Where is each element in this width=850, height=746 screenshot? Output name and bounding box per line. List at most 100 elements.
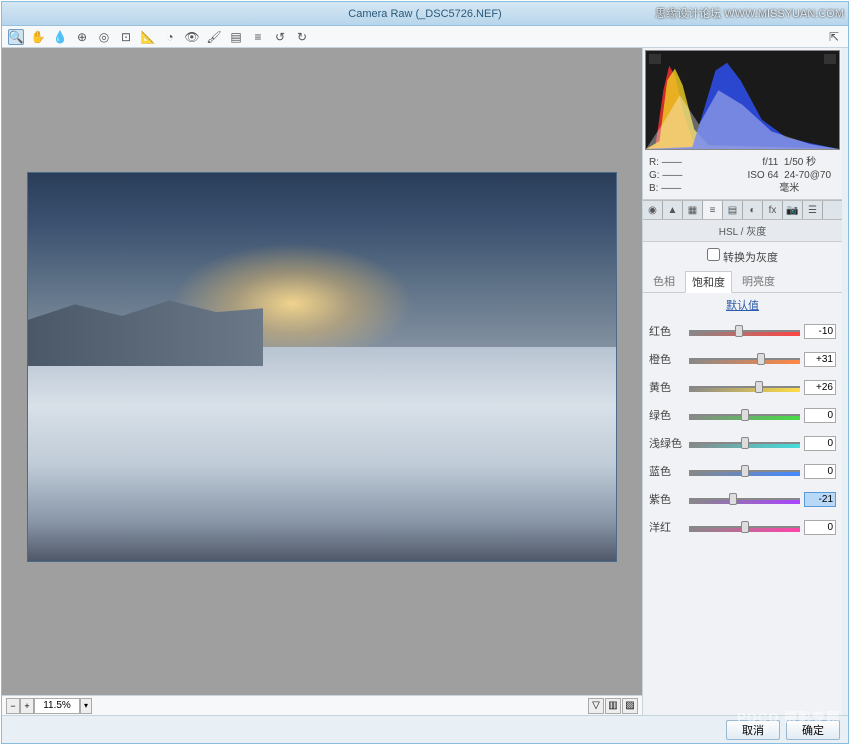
slider-green-thumb[interactable]: [741, 409, 749, 421]
zoom-controls: − + 11.5% ▾: [6, 698, 92, 714]
slider-red-thumb[interactable]: [735, 325, 743, 337]
white-balance-icon[interactable]: 💧: [52, 29, 68, 45]
slider-orange-track[interactable]: [689, 355, 800, 363]
slider-aqua: 浅绿色 0: [643, 429, 842, 457]
footer: 取消 确定: [2, 715, 848, 743]
subtab-saturation[interactable]: 饱和度: [685, 271, 732, 293]
slider-yellow-thumb[interactable]: [755, 381, 763, 393]
adjustment-brush-icon[interactable]: 🖌: [206, 29, 222, 45]
preview-filter-icon[interactable]: ▽: [588, 698, 604, 714]
tab-detail-icon[interactable]: ▦: [683, 201, 703, 219]
shadow-clip-icon[interactable]: [649, 54, 661, 64]
slider-red: 红色 -10: [643, 317, 842, 345]
slider-magenta-value[interactable]: 0: [804, 520, 836, 535]
grayscale-label: 转换为灰度: [723, 252, 778, 264]
rotate-cw-icon[interactable]: ↻: [294, 29, 310, 45]
slider-blue: 蓝色 0: [643, 457, 842, 485]
slider-magenta-track[interactable]: [689, 523, 800, 531]
zoom-dropdown-icon[interactable]: ▾: [80, 698, 92, 714]
slider-aqua-value[interactable]: 0: [804, 436, 836, 451]
target-adjust-icon[interactable]: ◎: [96, 29, 112, 45]
slider-purple-value[interactable]: -21: [804, 492, 836, 507]
grayscale-checkbox[interactable]: [707, 248, 720, 261]
main-area: − + 11.5% ▾ ▽ ▥ ▨: [2, 48, 848, 715]
tab-basic-icon[interactable]: ◉: [643, 201, 663, 219]
slider-magenta-label: 洋红: [649, 519, 685, 535]
crop-tool-icon[interactable]: ⊡: [118, 29, 134, 45]
preview-image[interactable]: [27, 172, 617, 562]
preview-split-icon[interactable]: ▨: [622, 698, 638, 714]
slider-purple-thumb[interactable]: [729, 493, 737, 505]
slider-yellow: 黄色 +26: [643, 373, 842, 401]
info-shutter: 1/50 秒: [784, 157, 816, 168]
fullscreen-toggle-icon[interactable]: ⇱: [826, 29, 842, 45]
tab-presets-icon[interactable]: ☰: [803, 201, 823, 219]
slider-red-label: 红色: [649, 323, 685, 339]
tab-camera-icon[interactable]: 📷: [783, 201, 803, 219]
watermark-bottom: POCO 摄影专题: [737, 707, 840, 726]
subtab-luminance[interactable]: 明亮度: [736, 271, 781, 292]
histogram[interactable]: [645, 50, 840, 150]
slider-blue-thumb[interactable]: [741, 465, 749, 477]
slider-orange-thumb[interactable]: [757, 353, 765, 365]
slider-yellow-track[interactable]: [689, 383, 800, 391]
slider-orange-label: 橙色: [649, 351, 685, 367]
slider-aqua-thumb[interactable]: [741, 437, 749, 449]
slider-blue-label: 蓝色: [649, 463, 685, 479]
info-aperture: f/11: [762, 157, 778, 168]
tab-lens-icon[interactable]: ◐: [743, 201, 763, 219]
info-g: G: ——: [649, 169, 743, 182]
tab-split-icon[interactable]: ▤: [723, 201, 743, 219]
slider-orange-value[interactable]: +31: [804, 352, 836, 367]
slider-aqua-label: 浅绿色: [649, 435, 685, 451]
zoom-tool-icon[interactable]: 🔍: [8, 29, 24, 45]
info-lens: 24-70@70 毫米: [779, 170, 831, 194]
slider-purple-label: 紫色: [649, 491, 685, 507]
slider-yellow-label: 黄色: [649, 379, 685, 395]
slider-green-track[interactable]: [689, 411, 800, 419]
color-sampler-icon[interactable]: ⊕: [74, 29, 90, 45]
straighten-icon[interactable]: 📐: [140, 29, 156, 45]
slider-magenta-thumb[interactable]: [741, 521, 749, 533]
slider-green: 绿色 0: [643, 401, 842, 429]
slider-orange: 橙色 +31: [643, 345, 842, 373]
tab-hsl-icon[interactable]: ≡: [703, 201, 723, 219]
toolbar: 🔍 ✋ 💧 ⊕ ◎ ⊡ 📐 ◔ 👁 🖌 ▤ ≡ ↺ ↻ ⇱: [2, 26, 848, 48]
highlight-clip-icon[interactable]: [824, 54, 836, 64]
spot-removal-icon[interactable]: ◔: [162, 29, 178, 45]
slider-purple-track[interactable]: [689, 495, 800, 503]
grayscale-row: 转换为灰度: [643, 242, 842, 271]
hand-tool-icon[interactable]: ✋: [30, 29, 46, 45]
preview-compare-icon[interactable]: ▥: [605, 698, 621, 714]
rotate-ccw-icon[interactable]: ↺: [272, 29, 288, 45]
slider-blue-value[interactable]: 0: [804, 464, 836, 479]
redeye-icon[interactable]: 👁: [184, 29, 200, 45]
graduated-filter-icon[interactable]: ▤: [228, 29, 244, 45]
default-values-link[interactable]: 默认值: [726, 300, 759, 312]
zoom-out-button[interactable]: −: [6, 698, 20, 714]
info-r: R: ——: [649, 156, 743, 169]
slider-blue-track[interactable]: [689, 467, 800, 475]
slider-green-value[interactable]: 0: [804, 408, 836, 423]
tab-curve-icon[interactable]: ▲: [663, 201, 683, 219]
slider-purple: 紫色 -21: [643, 485, 842, 513]
info-readout: R: —— G: —— B: —— f/11 1/50 秒 ISO 64 24-…: [643, 152, 842, 200]
panel-tabs: ◉ ▲ ▦ ≡ ▤ ◐ fx 📷 ☰: [643, 200, 842, 220]
slider-red-track[interactable]: [689, 327, 800, 335]
slider-aqua-track[interactable]: [689, 439, 800, 447]
zoom-in-button[interactable]: +: [20, 698, 34, 714]
camera-raw-window: Camera Raw (_DSC5726.NEF) 思缘设计论坛 WWW.MIS…: [1, 1, 849, 744]
subtab-hue[interactable]: 色相: [647, 271, 681, 292]
info-iso: ISO 64: [747, 170, 778, 181]
watermark-top: 思缘设计论坛 WWW.MISSYUAN.COM: [655, 5, 844, 21]
side-panel: R: —— G: —— B: —— f/11 1/50 秒 ISO 64 24-…: [642, 48, 842, 715]
prefs-icon[interactable]: ≡: [250, 29, 266, 45]
panel-title: HSL / 灰度: [643, 220, 842, 242]
default-link-row: 默认值: [643, 293, 842, 317]
slider-yellow-value[interactable]: +26: [804, 380, 836, 395]
zoom-value[interactable]: 11.5%: [34, 698, 80, 714]
slider-green-label: 绿色: [649, 407, 685, 423]
preview-area: − + 11.5% ▾ ▽ ▥ ▨: [2, 48, 642, 715]
slider-red-value[interactable]: -10: [804, 324, 836, 339]
tab-fx-icon[interactable]: fx: [763, 201, 783, 219]
